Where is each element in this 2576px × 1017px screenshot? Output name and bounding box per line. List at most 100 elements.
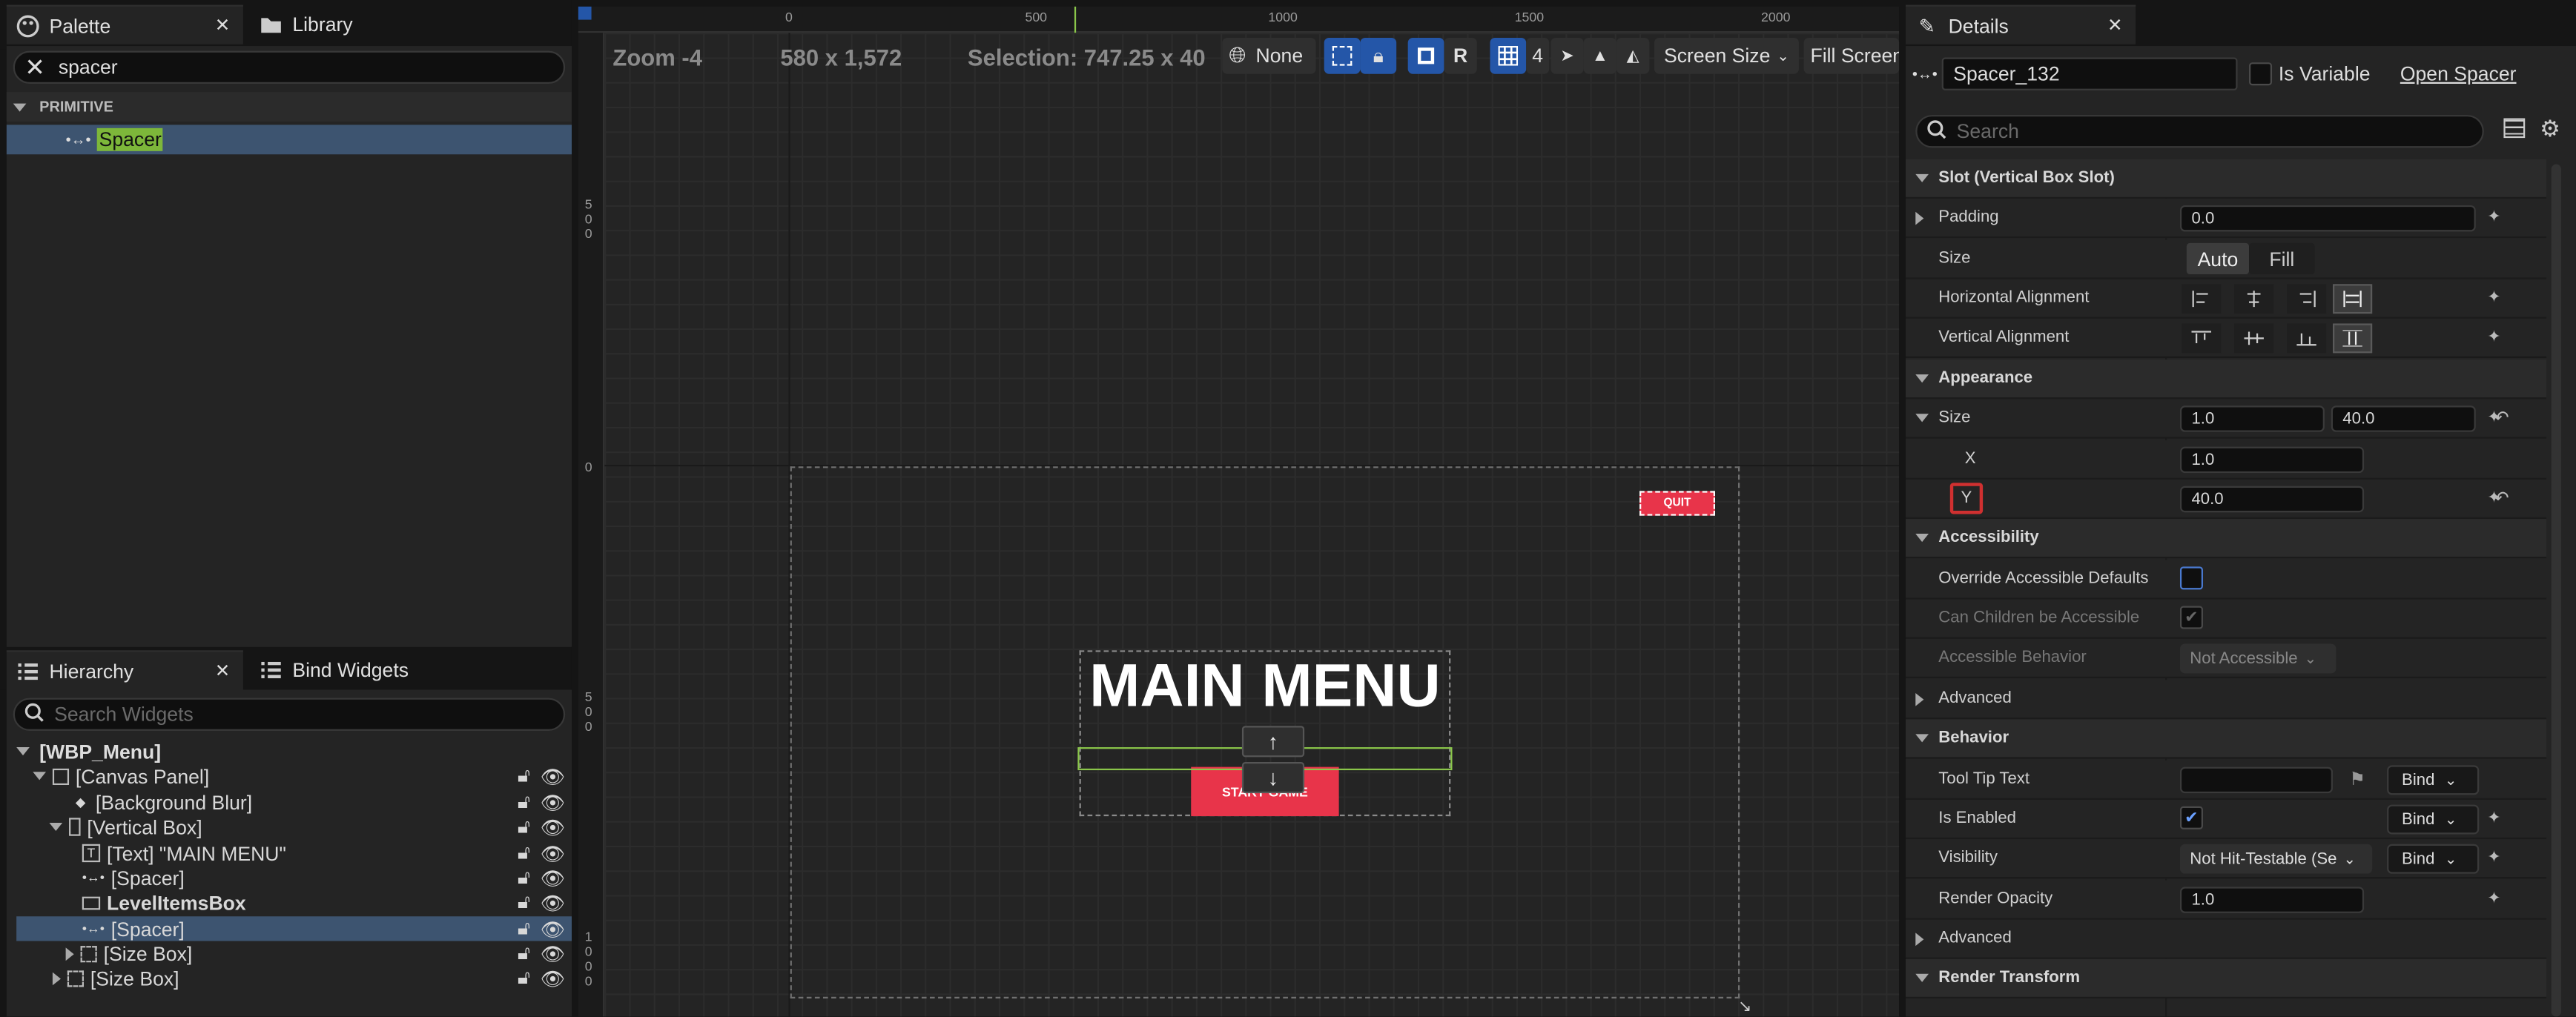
section-appearance[interactable]: Appearance	[1905, 360, 2547, 400]
accessible-behavior-dropdown[interactable]: Not Accessible ⌄	[2179, 643, 2336, 674]
mirror-toggle[interactable]: ◭	[1616, 37, 1650, 74]
tab-bind-widgets[interactable]: Bind Widgets	[250, 650, 496, 689]
tree-item-levelitemsbox[interactable]: LevelItemsBox 🔓︎ 👁︎	[16, 890, 572, 915]
keyframe-icon[interactable]: ✦	[2487, 489, 2503, 507]
grid-size[interactable]: 4	[1526, 37, 1550, 74]
x-field[interactable]: 1.0	[2179, 446, 2365, 474]
lock-icon[interactable]: 🔓︎	[518, 790, 530, 815]
localization-button[interactable]: 🌐︎ None	[1222, 37, 1316, 74]
align-center-icon[interactable]	[2234, 284, 2274, 314]
chevron-right-icon[interactable]	[1915, 211, 1924, 225]
clear-icon[interactable]: ✕	[24, 53, 45, 82]
visibility-dropdown[interactable]: Not Hit-Testable (Se ⌄	[2179, 844, 2373, 874]
lock-icon[interactable]: 🔓︎	[518, 916, 530, 941]
tab-library[interactable]: Library	[250, 5, 496, 44]
eye-icon[interactable]: 👁︎	[540, 942, 565, 965]
palette-item-spacer[interactable]: •↔• Spacer	[6, 125, 572, 155]
designer-viewport[interactable]: QUIT MAIN MENU START GAME ↑ ↓ ↘	[604, 33, 1900, 1017]
lock-icon[interactable]: 🔓︎	[518, 815, 530, 839]
close-icon[interactable]: ✕	[2107, 15, 2122, 36]
eye-icon[interactable]: 👁︎	[540, 815, 565, 838]
lock-icon[interactable]: 🔓︎	[518, 966, 530, 990]
eye-icon[interactable]: 👁︎	[540, 891, 565, 914]
tree-item-spacer[interactable]: •↔• [Spacer] 🔓︎ 👁︎	[16, 866, 572, 890]
render-opacity-field[interactable]: 1.0	[2179, 887, 2365, 913]
lock-icon[interactable]: 🔓︎	[518, 763, 530, 788]
fill-screen-dropdown[interactable]: Fill Screen	[1803, 37, 1900, 74]
section-slot[interactable]: Slot (Vertical Box Slot)	[1905, 159, 2547, 199]
table-view-icon[interactable]	[2503, 118, 2526, 139]
screen-size-dropdown[interactable]: Screen Size ⌄	[1654, 37, 1799, 74]
bind-dropdown[interactable]: Bind ⌄	[2387, 844, 2480, 874]
section-render-transform[interactable]: Render Transform	[1905, 958, 2547, 999]
grid-toggle[interactable]	[1490, 37, 1527, 74]
open-spacer-link[interactable]: Open Spacer	[2400, 62, 2517, 85]
tab-details[interactable]: ✎ Details ✕	[1905, 4, 2136, 44]
palette-search-input[interactable]	[58, 56, 564, 79]
children-accessible-checkbox[interactable]: ✔	[2179, 606, 2203, 629]
tree-item-size-box-2[interactable]: [Size Box] 🔓︎ 👁︎	[16, 966, 572, 990]
tree-item-spacer-selected[interactable]: •↔• [Spacer] 🔓︎ 👁︎	[16, 916, 572, 941]
y-field[interactable]: 40.0	[2179, 486, 2365, 513]
lock-icon[interactable]: 🔓︎	[518, 941, 530, 965]
category-primitive[interactable]: PRIMITIVE	[6, 92, 572, 122]
bind-dropdown[interactable]: Bind ⌄	[2387, 804, 2480, 835]
tree-root[interactable]: [WBP_Menu]	[16, 739, 572, 763]
lock-icon[interactable]: 🔓︎	[518, 866, 530, 890]
details-search[interactable]	[1915, 115, 2484, 148]
override-accessible-checkbox[interactable]	[2179, 566, 2203, 590]
close-icon[interactable]: ✕	[215, 15, 230, 36]
tree-item-background-blur[interactable]: ◆ [Background Blur] 🔓︎ 👁︎	[16, 790, 572, 815]
eye-icon[interactable]: 👁︎	[540, 841, 565, 864]
row-advanced-accessibility[interactable]: Advanced	[1905, 680, 2547, 720]
row-advanced-behavior[interactable]: Advanced	[1905, 919, 2547, 959]
bind-dropdown[interactable]: Bind ⌄	[2387, 765, 2480, 795]
keyframe-icon[interactable]: ✦	[2487, 409, 2503, 427]
size-fill-button[interactable]: Fill	[2249, 242, 2315, 274]
align-left-icon[interactable]	[2182, 284, 2222, 314]
keyframe-icon[interactable]: ✦	[2487, 809, 2503, 827]
align-fill-icon[interactable]	[2333, 284, 2373, 314]
tree-item-canvas-panel[interactable]: [Canvas Panel] 🔓︎ 👁︎	[16, 763, 572, 788]
eye-icon[interactable]: 👁︎	[540, 967, 565, 990]
lock-icon[interactable]: 🔓︎	[518, 890, 530, 915]
size-y-field[interactable]: 40.0	[2331, 405, 2476, 432]
eye-icon[interactable]: 👁︎	[540, 791, 565, 814]
valign-fill-icon[interactable]	[2333, 323, 2373, 354]
lock-toggle[interactable]: 🔒︎	[1360, 37, 1397, 74]
valign-bottom-icon[interactable]	[2286, 323, 2327, 354]
image-toggle[interactable]: ▲	[1583, 37, 1617, 74]
tab-hierarchy[interactable]: Hierarchy ✕	[6, 650, 243, 690]
valign-top-icon[interactable]	[2182, 323, 2222, 354]
cursor-toggle[interactable]: ➤	[1550, 37, 1584, 74]
hierarchy-search-input[interactable]	[54, 703, 564, 726]
close-icon[interactable]: ✕	[215, 660, 230, 682]
move-down-button[interactable]: ↓	[1241, 761, 1305, 794]
move-up-button[interactable]: ↑	[1241, 726, 1305, 758]
tree-item-size-box-1[interactable]: [Size Box] 🔓︎ 👁︎	[16, 941, 572, 965]
respect-locks-button[interactable]: R	[1444, 37, 1477, 74]
flag-icon[interactable]: ⚑	[2349, 769, 2365, 790]
keyframe-icon[interactable]: ✦	[2487, 890, 2503, 908]
hierarchy-search[interactable]	[13, 698, 566, 731]
marquee-toggle[interactable]	[1324, 37, 1361, 74]
layout-toggle[interactable]	[1407, 37, 1444, 74]
palette-search[interactable]: ✕	[13, 50, 566, 84]
align-right-icon[interactable]	[2286, 284, 2327, 314]
widget-canvas[interactable]: QUIT MAIN MENU START GAME ↑ ↓	[790, 466, 1740, 999]
quit-button[interactable]: QUIT	[1639, 491, 1715, 516]
tooltip-field[interactable]	[2179, 766, 2334, 794]
lock-icon[interactable]: 🔓︎	[518, 841, 530, 865]
tree-item-text[interactable]: T [Text] "MAIN MENU" 🔓︎ 👁︎	[16, 841, 572, 865]
keyframe-icon[interactable]: ✦	[2487, 289, 2503, 307]
is-enabled-checkbox[interactable]: ✔	[2179, 806, 2203, 829]
details-search-input[interactable]	[1956, 119, 2483, 143]
padding-field[interactable]: 0.0	[2179, 205, 2476, 232]
size-x-field[interactable]: 1.0	[2179, 405, 2325, 432]
eye-icon[interactable]: 👁︎	[540, 867, 565, 890]
valign-center-icon[interactable]	[2234, 323, 2274, 354]
keyframe-icon[interactable]: ✦	[2487, 328, 2503, 346]
tree-item-vertical-box[interactable]: [Vertical Box] 🔓︎ 👁︎	[16, 815, 572, 839]
size-auto-button[interactable]: Auto	[2186, 242, 2250, 274]
eye-icon[interactable]: 👁︎	[540, 764, 565, 787]
